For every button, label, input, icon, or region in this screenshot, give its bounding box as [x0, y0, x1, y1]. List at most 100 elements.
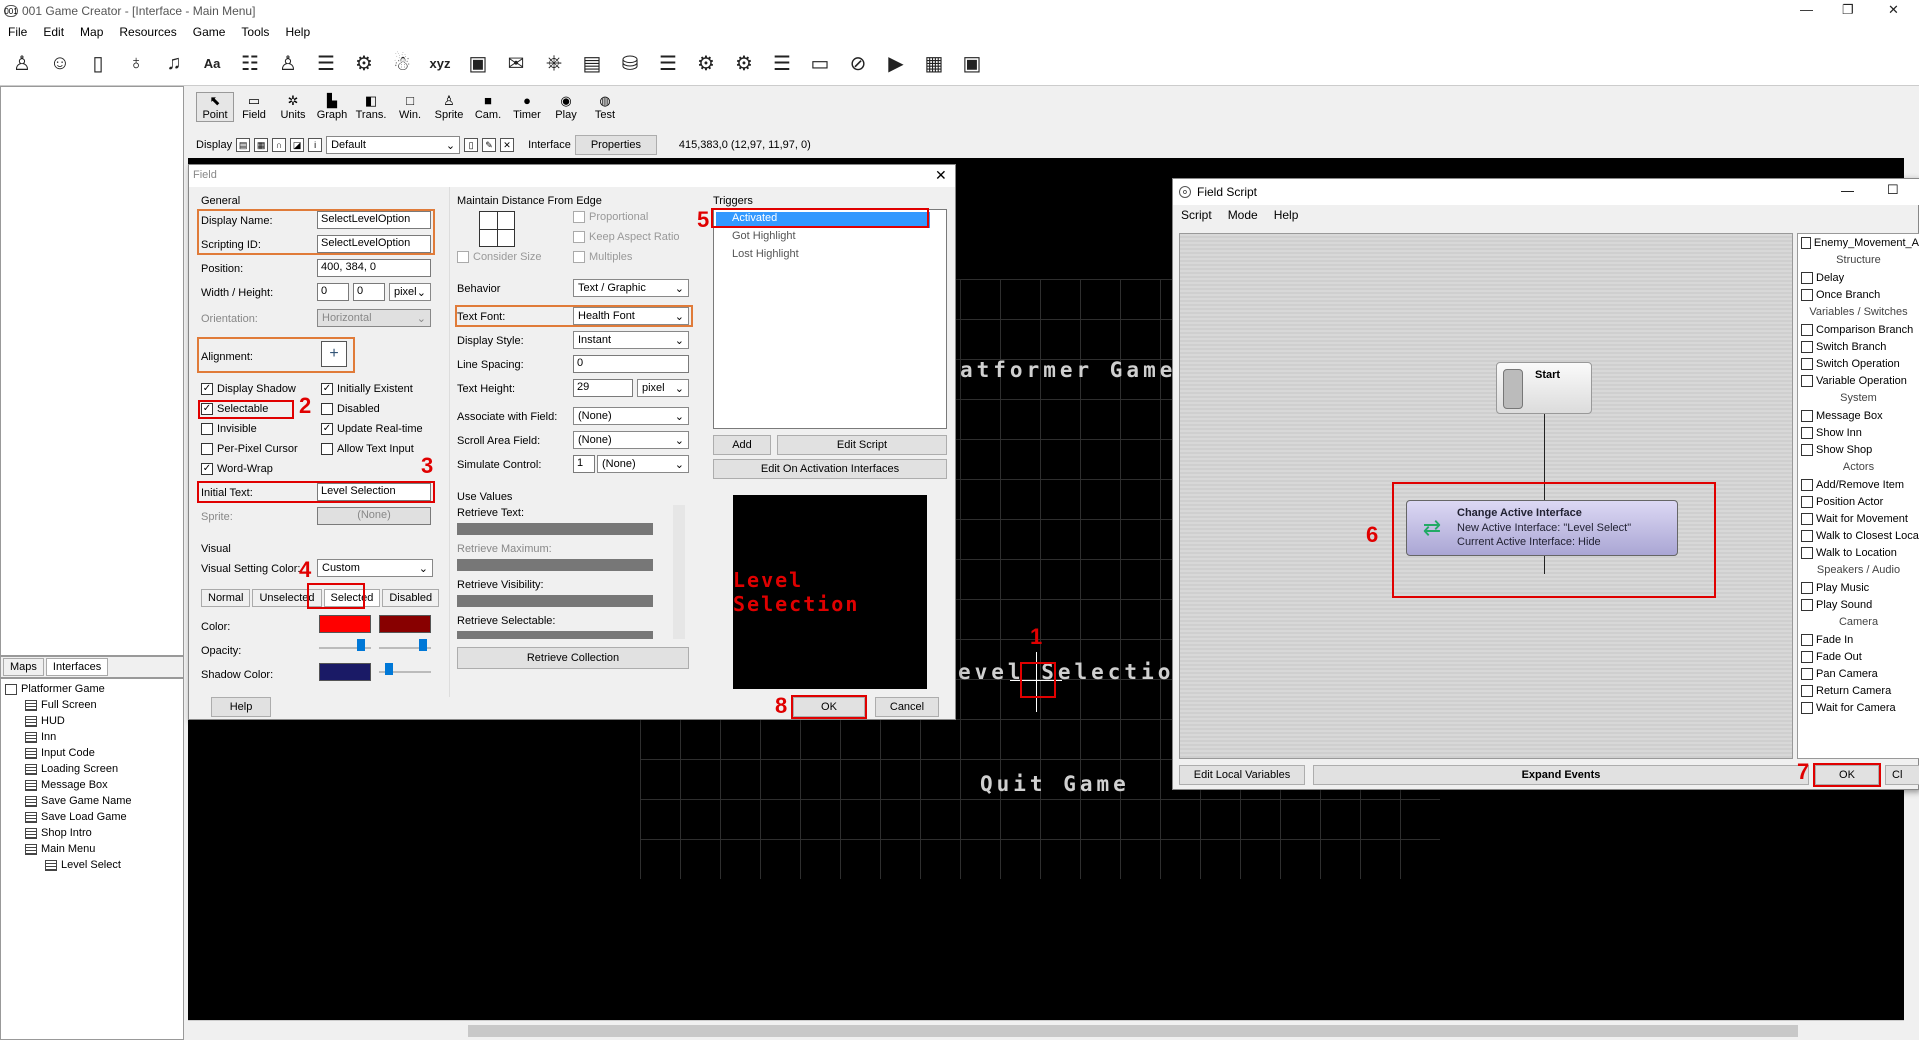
- palette-item[interactable]: Delay: [1798, 269, 1919, 286]
- triggers-list[interactable]: Activated Got Highlight Lost Highlight: [713, 209, 947, 429]
- save-icon[interactable]: ▣: [956, 48, 988, 80]
- palette-item[interactable]: Switch Operation: [1798, 355, 1919, 372]
- tree-item[interactable]: Loading Screen: [1, 761, 183, 777]
- mode-point[interactable]: ⬉ Point: [196, 92, 234, 122]
- color-swatch-2[interactable]: [379, 615, 431, 633]
- info-icon[interactable]: i: [308, 138, 323, 152]
- color-swatch-1[interactable]: [319, 615, 371, 633]
- frame-icon[interactable]: ▣: [462, 48, 494, 80]
- uv-text-field[interactable]: [457, 523, 653, 535]
- display-style-select[interactable]: Instant ⌄: [573, 331, 689, 349]
- script-close-button[interactable]: Cl: [1885, 765, 1919, 785]
- mode-field[interactable]: ▭ Field: [235, 93, 273, 121]
- invisible-checkbox[interactable]: Invisible: [201, 423, 257, 435]
- behavior-select[interactable]: Text / Graphic ⌄: [573, 279, 689, 297]
- tree-item[interactable]: Main Menu: [1, 841, 183, 857]
- people-icon[interactable]: ☃: [386, 48, 418, 80]
- mode-play[interactable]: ◉ Play: [547, 93, 585, 121]
- retrieve-collection-button[interactable]: Retrieve Collection: [457, 647, 689, 669]
- palette-item[interactable]: Pan Camera: [1798, 665, 1919, 682]
- note-icon[interactable]: ✉: [500, 48, 532, 80]
- layer-select[interactable]: Default ⌄: [326, 136, 461, 154]
- table-icon[interactable]: ☰: [766, 48, 798, 80]
- trigger-lost-highlight[interactable]: Lost Highlight: [716, 248, 799, 260]
- expand-events-button[interactable]: Expand Events: [1313, 765, 1809, 785]
- list-icon[interactable]: ☰: [310, 48, 342, 80]
- palette-item[interactable]: Fade Out: [1798, 648, 1919, 665]
- palette-item[interactable]: Fade In: [1798, 631, 1919, 648]
- word-wrap-checkbox[interactable]: ✓ Word-Wrap: [201, 463, 273, 475]
- scroll-select[interactable]: (None) ⌄: [573, 431, 689, 449]
- tree-item[interactable]: HUD: [1, 713, 183, 729]
- line-spacing-input[interactable]: 0: [573, 355, 689, 373]
- music-icon[interactable]: ♫: [158, 48, 190, 80]
- update-realtime-checkbox[interactable]: ✓ Update Real-time: [321, 423, 423, 435]
- close-icon[interactable]: ✕: [1888, 2, 1899, 18]
- cancel-button[interactable]: Cancel: [875, 697, 939, 717]
- palette-item[interactable]: Enemy_Movement_A: [1798, 234, 1919, 251]
- canvas-title-text[interactable]: atformer Game: [960, 358, 1176, 382]
- start-node[interactable]: Start: [1496, 362, 1592, 414]
- vsc-select[interactable]: Custom ⌄: [317, 559, 433, 577]
- opacity-thumb-2[interactable]: [419, 639, 427, 651]
- menu-game[interactable]: Game: [185, 25, 234, 39]
- menu-map[interactable]: Map: [72, 25, 111, 39]
- label-icon[interactable]: ▭: [804, 48, 836, 80]
- tree-item[interactable]: Input Code: [1, 745, 183, 761]
- trigger-got-highlight[interactable]: Got Highlight: [716, 230, 796, 242]
- tree-item[interactable]: Level Select: [1, 857, 183, 873]
- per-pixel-checkbox[interactable]: Per-Pixel Cursor: [201, 443, 298, 455]
- palette-item[interactable]: Walk to Location: [1798, 544, 1919, 561]
- tree-item[interactable]: Full Screen: [1, 697, 183, 713]
- tree-item[interactable]: Save Load Game: [1, 809, 183, 825]
- database-icon[interactable]: ⛁: [614, 48, 646, 80]
- delete-icon[interactable]: ✕: [500, 138, 515, 152]
- palette-item[interactable]: Switch Branch: [1798, 338, 1919, 355]
- gamepad-icon[interactable]: ⎈: [538, 48, 570, 80]
- font-icon[interactable]: Aa: [196, 48, 228, 80]
- palette-item[interactable]: Message Box: [1798, 407, 1919, 424]
- palette-item[interactable]: Show Inn: [1798, 424, 1919, 441]
- palette-item[interactable]: Walk to Closest Loca: [1798, 527, 1919, 544]
- bag-icon[interactable]: ♁: [120, 48, 152, 80]
- height-input[interactable]: 0: [353, 283, 385, 301]
- width-input[interactable]: 0: [317, 283, 349, 301]
- uv-scrollbar[interactable]: [673, 505, 685, 639]
- display-shadow-checkbox[interactable]: ✓ Display Shadow: [201, 383, 296, 395]
- anchor-box-icon[interactable]: [479, 211, 515, 247]
- uv-max-field[interactable]: [457, 559, 653, 571]
- tab-maps[interactable]: Maps: [3, 658, 44, 676]
- gears-icon[interactable]: ⚙: [728, 48, 760, 80]
- page-icon[interactable]: ▯: [464, 138, 479, 152]
- properties-button[interactable]: Properties: [574, 135, 657, 155]
- disabled-checkbox[interactable]: Disabled: [321, 403, 380, 415]
- position-input[interactable]: 400, 384, 0: [317, 259, 431, 277]
- menu-file[interactable]: File: [0, 25, 35, 39]
- pencil-icon[interactable]: ✎: [482, 138, 497, 152]
- tree-item[interactable]: Message Box: [1, 777, 183, 793]
- group-icon[interactable]: ☷: [234, 48, 266, 80]
- script-menu-help[interactable]: Help: [1266, 208, 1307, 222]
- opacity-thumb-1[interactable]: [357, 639, 365, 651]
- edit-script-button[interactable]: Edit Script: [777, 435, 947, 455]
- help-button[interactable]: Help: [211, 697, 271, 717]
- allow-text-checkbox[interactable]: Allow Text Input: [321, 443, 414, 455]
- list2-icon[interactable]: ☰: [652, 48, 684, 80]
- menu-resources[interactable]: Resources: [111, 25, 184, 39]
- script-menu-mode[interactable]: Mode: [1220, 208, 1266, 222]
- palette-item[interactable]: Play Sound: [1798, 596, 1919, 613]
- palette-item[interactable]: Add/Remove Item: [1798, 476, 1919, 493]
- person-icon[interactable]: ♙: [272, 48, 304, 80]
- play-icon[interactable]: ▶: [880, 48, 912, 80]
- film-icon[interactable]: ▦: [918, 48, 950, 80]
- palette-item[interactable]: Wait for Camera: [1798, 699, 1919, 716]
- canvas-quit-text[interactable]: Quit Game: [980, 772, 1130, 796]
- script-menu-script[interactable]: Script: [1173, 208, 1220, 222]
- assoc-select[interactable]: (None) ⌄: [573, 407, 689, 425]
- mode-cam[interactable]: ■ Cam.: [469, 93, 507, 121]
- menu-tools[interactable]: Tools: [233, 25, 277, 39]
- tree-item[interactable]: Shop Intro: [1, 825, 183, 841]
- minimize-icon[interactable]: —: [1841, 183, 1854, 198]
- magnet-icon[interactable]: ∩: [272, 138, 287, 152]
- vtab-disabled[interactable]: Disabled: [382, 589, 440, 607]
